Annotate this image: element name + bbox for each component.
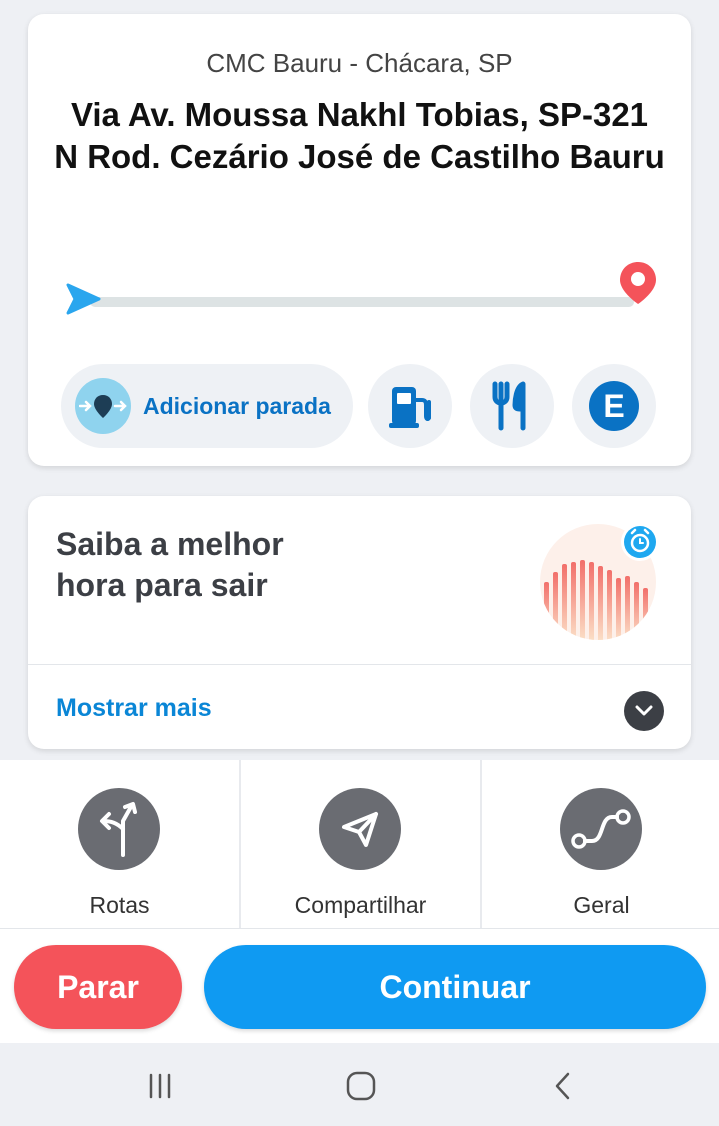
routes-label: Rotas [89,892,150,918]
restaurant-icon [492,381,526,431]
gas-station-icon [389,387,431,428]
route-via-line1: Via Av. Moussa Nakhl Tobias, SP-321 [70,96,649,133]
routes-icon [78,788,160,870]
home-icon[interactable] [341,1069,381,1103]
destination-pin-icon [620,262,656,304]
recent-apps-icon[interactable] [140,1069,180,1103]
route-progress-track [90,297,634,307]
back-icon[interactable] [543,1069,583,1103]
overview-action[interactable]: Geral [482,760,719,928]
share-icon [319,788,401,870]
best-departure-card[interactable]: Saiba a melhor hora para sair Mostrar ma… [28,496,691,749]
stop-button[interactable]: Parar [14,945,182,1029]
gas-station-button[interactable] [368,364,452,448]
route-via: Via Av. Moussa Nakhl Tobias, SP-321 N Ro… [28,94,691,178]
show-more-link[interactable]: Mostrar mais [56,694,212,723]
best-departure-title-line2: hora para sair [56,567,268,603]
card-divider [28,664,691,665]
restaurant-button[interactable] [470,364,554,448]
chevron-down-icon[interactable] [624,691,664,731]
parking-icon: E [589,381,639,431]
add-stop-label: Adicionar parada [143,392,331,419]
parking-letter: E [603,387,625,424]
overview-label: Geral [573,892,630,918]
bottom-button-bar: Parar Continuar [0,929,719,1043]
share-action[interactable]: Compartilhar [241,760,480,928]
share-label: Compartilhar [294,892,427,918]
best-departure-title: Saiba a melhor hora para sair [56,524,376,606]
route-card: CMC Bauru - Chácara, SP Via Av. Moussa N… [28,14,691,466]
continue-button[interactable]: Continuar [204,945,706,1029]
traffic-histogram-icon [540,523,659,640]
parking-button[interactable]: E [572,364,656,448]
route-actions-bar: Rotas Compartilhar Geral [0,760,719,929]
route-origin: CMC Bauru - Chácara, SP [206,48,513,78]
add-stop-button[interactable]: Adicionar parada [61,364,353,448]
route-via-line2: N Rod. Cezário José de Castilho Bauru [54,138,665,175]
add-stop-icon [75,378,131,434]
start-arrow-icon [66,283,101,315]
system-navigation-bar [0,1043,719,1126]
routes-action[interactable]: Rotas [0,760,239,928]
overview-icon [560,788,642,870]
best-departure-title-line1: Saiba a melhor [56,526,284,562]
